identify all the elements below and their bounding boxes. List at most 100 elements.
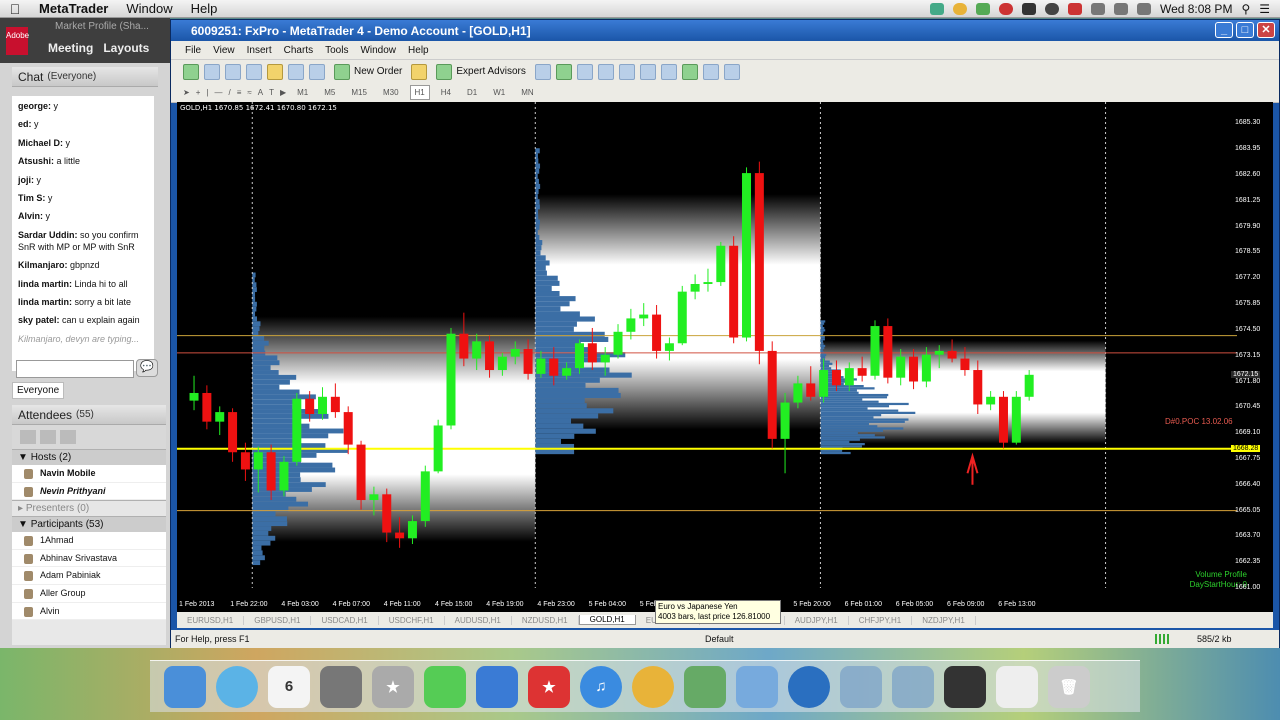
tab-chart[interactable]: USDCHF,H1 <box>379 615 445 625</box>
arrow-icon[interactable]: ▶ <box>280 88 286 97</box>
evernote-icon[interactable] <box>975 2 990 15</box>
list-item[interactable]: Nevin Prithyani <box>12 482 166 501</box>
zoom-out-icon[interactable] <box>618 63 635 80</box>
chat-send-icon[interactable]: 💬 <box>136 359 158 377</box>
preview-icon[interactable] <box>996 665 1038 708</box>
minimize-icon[interactable]: _ <box>1215 22 1233 38</box>
terminal-icon[interactable] <box>288 63 304 80</box>
spotlight-icon[interactable]: ⚲ <box>1241 2 1250 16</box>
tf-m30[interactable]: M30 <box>378 85 404 100</box>
tab-chart[interactable]: CHFJPY,H1 <box>849 615 913 625</box>
people-icon[interactable] <box>60 430 76 444</box>
money-icon[interactable] <box>684 665 726 708</box>
tf-m1[interactable]: M1 <box>292 85 313 100</box>
app-icon[interactable] <box>424 665 466 708</box>
tf-m5[interactable]: M5 <box>319 85 340 100</box>
launchpad-icon[interactable]: ★ <box>372 665 414 708</box>
list-item[interactable]: Adam Pabiniak <box>12 567 166 585</box>
list-view-icon[interactable] <box>20 430 36 444</box>
zoom-in-icon[interactable] <box>597 63 614 80</box>
help-menu[interactable]: Help <box>182 1 227 16</box>
cursor-icon[interactable]: ➤ <box>183 88 190 97</box>
bookmark-icon[interactable]: ★ <box>528 665 570 708</box>
metaeditor-icon[interactable] <box>411 63 428 80</box>
periods-icon[interactable] <box>702 63 719 80</box>
documents-folder-icon[interactable] <box>892 665 934 708</box>
tab-chart[interactable]: GOLD,H1 <box>578 615 636 625</box>
tab-chart[interactable]: NZDUSD,H1 <box>512 615 579 625</box>
price-axis[interactable]: 1685.30 1683.95 1682.60 1681.25 1679.90 1678.… <box>1229 102 1269 600</box>
navigator-icon[interactable] <box>267 63 283 80</box>
hosts-group[interactable]: ▼ Hosts (2) <box>12 449 166 465</box>
tf-d1[interactable]: D1 <box>462 85 482 100</box>
norton-icon[interactable] <box>952 2 967 15</box>
crosshair-icon[interactable]: + <box>196 88 201 97</box>
tab-chart[interactable]: USDCAD,H1 <box>311 615 379 625</box>
chat-input[interactable] <box>16 360 134 378</box>
market-watch-icon[interactable] <box>225 63 241 80</box>
tab-chart[interactable]: EURUSD,H1 <box>177 615 245 625</box>
auto-scroll-icon[interactable] <box>639 63 656 80</box>
chart-plot[interactable] <box>177 102 1237 600</box>
tab-layouts[interactable]: Layouts <box>103 41 149 55</box>
camera-icon[interactable] <box>1044 2 1059 15</box>
safari-icon[interactable] <box>216 665 258 708</box>
tf-h4[interactable]: H4 <box>436 85 456 100</box>
itunes-icon[interactable]: ♫ <box>580 665 622 708</box>
list-item[interactable]: Aller Group <box>12 584 166 603</box>
battery-icon[interactable] <box>1136 2 1151 15</box>
wifi-icon[interactable] <box>1090 2 1105 15</box>
menu-file[interactable]: File <box>179 45 207 56</box>
menu-window[interactable]: Window <box>354 45 402 56</box>
bracket-icon[interactable] <box>1021 2 1036 15</box>
new-order-button[interactable]: New Order <box>330 63 406 80</box>
app-menu[interactable]: MetaTrader <box>30 1 117 16</box>
data-window-icon[interactable] <box>246 63 262 80</box>
bar-chart-icon[interactable] <box>534 63 551 80</box>
trendline-icon[interactable]: / <box>228 88 230 97</box>
window-menu[interactable]: Window <box>117 1 181 16</box>
list-item[interactable]: 1Ahmad <box>12 532 166 550</box>
profiles-icon[interactable] <box>204 63 220 80</box>
adobe-icon[interactable] <box>1067 2 1082 15</box>
chart-shift-icon[interactable] <box>660 63 677 80</box>
new-chart-icon[interactable] <box>183 63 199 80</box>
tab-chart[interactable]: GBPUSD,H1 <box>244 615 312 625</box>
grid-view-icon[interactable] <box>40 430 56 444</box>
expert-advisors-button[interactable]: Expert Advisors <box>432 63 529 80</box>
apple-menu-icon[interactable]:  <box>0 1 30 17</box>
text-icon[interactable]: A <box>258 88 263 97</box>
channel-icon[interactable]: ≡ <box>237 88 242 97</box>
vertical-line-icon[interactable]: | <box>206 88 208 97</box>
chat-target-select[interactable]: Everyone <box>12 382 64 399</box>
system-preferences-icon[interactable] <box>320 665 362 708</box>
calendar-icon[interactable]: 6 <box>268 665 310 708</box>
close-icon[interactable]: ✕ <box>1257 22 1275 38</box>
tester-icon[interactable] <box>309 63 325 80</box>
candlestick-icon[interactable] <box>555 63 572 80</box>
chrome-ext-icon[interactable] <box>998 2 1013 15</box>
clock[interactable]: Wed 8:08 PM <box>1160 2 1232 16</box>
trash-icon[interactable]: 🗑 <box>1048 665 1090 708</box>
horizontal-line-icon[interactable]: — <box>214 88 222 97</box>
volume-icon[interactable] <box>1113 2 1128 15</box>
browser-icon[interactable] <box>788 665 830 708</box>
tf-m15[interactable]: M15 <box>346 85 372 100</box>
templates-icon[interactable] <box>723 63 740 80</box>
tf-h1[interactable]: H1 <box>409 85 430 100</box>
tab-chart[interactable]: AUDJPY,H1 <box>785 615 849 625</box>
presenters-group[interactable]: ▸ Presenters (0) <box>12 500 166 517</box>
tab-chart[interactable]: NZDJPY,H1 <box>912 615 976 625</box>
label-icon[interactable]: T <box>269 88 274 97</box>
menu-tools[interactable]: Tools <box>319 45 354 56</box>
tf-w1[interactable]: W1 <box>488 85 510 100</box>
tf-mn[interactable]: MN <box>516 85 538 100</box>
remote-desktop-icon[interactable] <box>476 665 518 708</box>
menu-help[interactable]: Help <box>402 45 435 56</box>
price-chart[interactable]: GOLD,H1 1670.85 1672.41 1670.80 1672.15 … <box>177 102 1273 612</box>
indicators-icon[interactable] <box>681 63 698 80</box>
tab-meeting[interactable]: Meeting <box>48 41 93 55</box>
participants-group[interactable]: ▼ Participants (53) <box>12 516 166 533</box>
finder-icon[interactable] <box>164 665 206 708</box>
terminal-app-icon[interactable] <box>944 665 986 708</box>
